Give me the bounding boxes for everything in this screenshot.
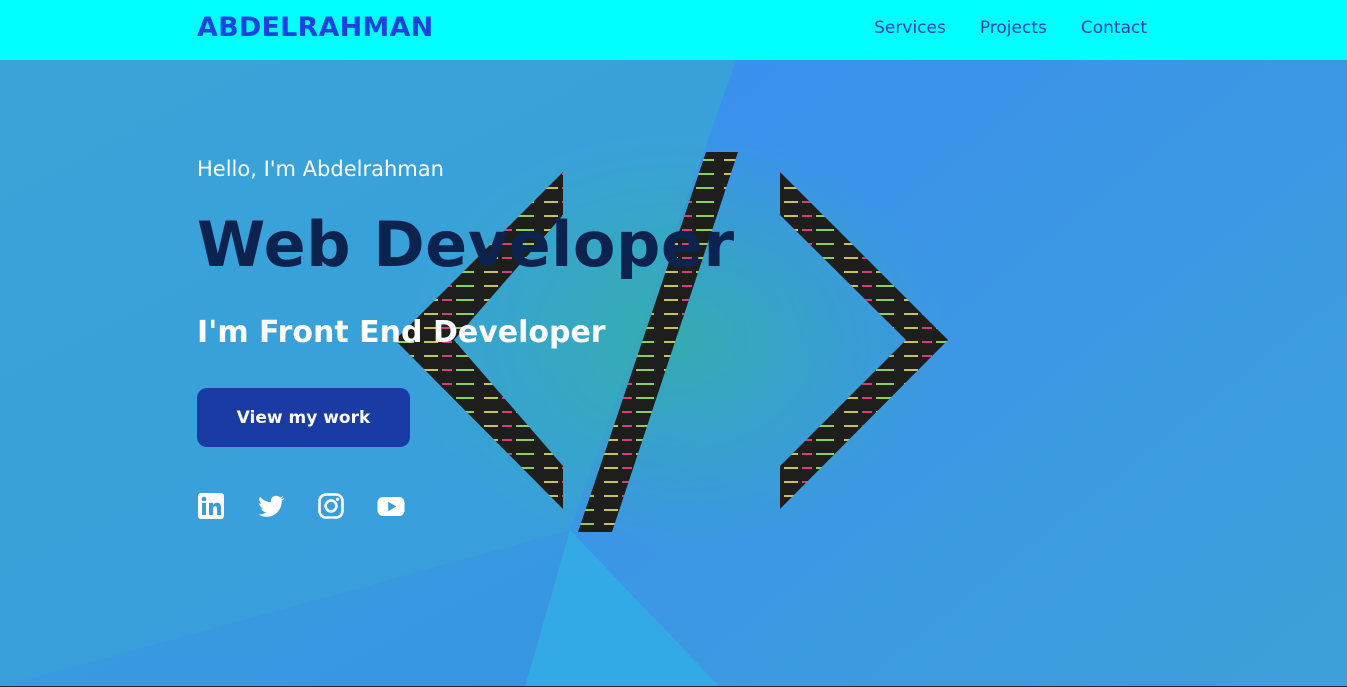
nav-links: Services Projects Contact <box>874 18 1147 38</box>
view-my-work-button[interactable]: View my work <box>197 388 410 447</box>
hero-greeting: Hello, I'm Abdelrahman <box>197 157 444 181</box>
hero-headline: Web Developer <box>197 208 735 281</box>
youtube-icon[interactable] <box>377 492 405 520</box>
instagram-icon[interactable] <box>317 492 345 520</box>
page: ABDELRAHMAN Services Projects Contact He… <box>0 0 1347 687</box>
nav-link-contact[interactable]: Contact <box>1081 18 1147 38</box>
twitter-icon[interactable] <box>257 492 285 520</box>
navbar: ABDELRAHMAN Services Projects Contact <box>0 0 1347 60</box>
social-links <box>197 492 405 520</box>
hero-subtitle: I'm Front End Developer <box>197 315 606 350</box>
nav-link-services[interactable]: Services <box>874 18 946 38</box>
nav-link-projects[interactable]: Projects <box>980 18 1047 38</box>
brand-logo[interactable]: ABDELRAHMAN <box>197 12 433 43</box>
linkedin-icon[interactable] <box>197 492 225 520</box>
